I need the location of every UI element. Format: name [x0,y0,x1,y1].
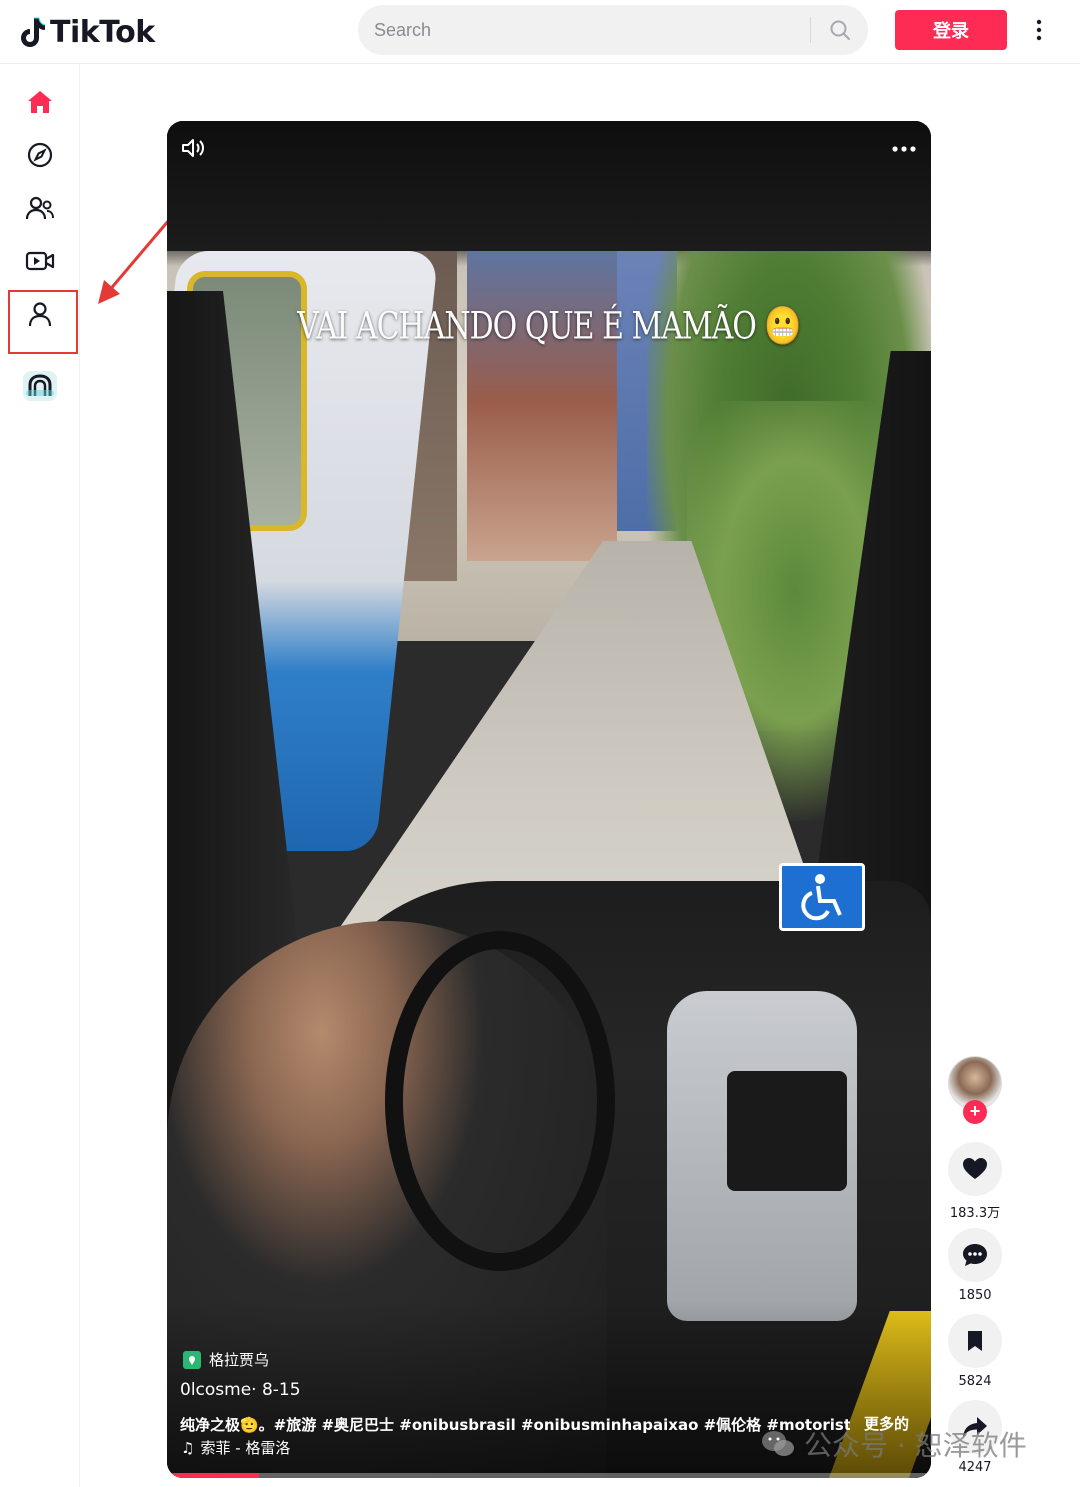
scene-panel-screen [727,1071,847,1191]
wechat-watermark: 公众号 · 恕泽软件 [760,1424,1027,1464]
music-title: 索菲 - 格雷洛 [200,1439,291,1457]
sidebar-item-home[interactable] [14,78,66,126]
like-button[interactable] [948,1142,1002,1196]
music-info[interactable]: ♫ 索菲 - 格雷洛 [181,1437,290,1458]
comment-count: 1850 [958,1288,992,1303]
search-bar [358,5,868,55]
scene-building [467,241,617,561]
location-name: 格拉贾乌 [209,1351,270,1369]
live-icon [25,251,55,271]
sidebar-item-more-app[interactable] [14,362,66,410]
search-button[interactable] [818,9,862,51]
heart-icon [963,1158,987,1179]
video-progress-bar[interactable] [167,1473,931,1478]
sidebar-item-explore[interactable] [14,131,66,179]
watermark-text: 公众号 · 恕泽软件 [804,1429,1027,1462]
scene-roof [167,121,931,251]
scene-steering-wheel [385,931,615,1271]
sidebar-item-live[interactable] [14,237,66,285]
video-more-button[interactable] [889,139,919,159]
search-divider [810,17,811,43]
login-button[interactable]: 登录 [895,10,1007,50]
home-icon [28,91,52,113]
comment-icon [963,1244,987,1266]
left-sidebar [0,64,80,1487]
video-player[interactable]: VAI ACHANDO QUE É MAMÃO 😬 格拉贾乌 0lcosme· … [167,121,931,1478]
more-menu-button[interactable] [1026,14,1052,46]
tiktok-note-icon [21,17,46,47]
video-progress-fill [167,1473,259,1478]
vertical-dots-icon [1036,19,1042,41]
more-app-icon [23,371,57,401]
logo-text: TikTok [50,14,155,50]
follow-plus-button[interactable]: + [963,1100,987,1124]
bookmark-icon [968,1331,982,1351]
following-icon [25,196,54,220]
video-caption-overlay: VAI ACHANDO QUE É MAMÃO 😬 [297,304,802,349]
tiktok-page: TikTok 登录 [0,0,1080,1487]
search-icon [830,20,850,40]
wechat-icon [762,1431,794,1456]
save-count: 5824 [958,1374,992,1389]
tiktok-logo[interactable]: TikTok [18,12,155,52]
comment-button[interactable] [948,1228,1002,1282]
author-info[interactable]: 0lcosme· 8-15 [180,1380,301,1400]
location-tag[interactable]: 格拉贾乌 [183,1349,269,1370]
like-count: 183.3万 [949,1206,1001,1221]
video-description: 纯净之极🫡。#旅游 #奥尼巴士 #onibusbrasil #onibusmin… [180,1416,850,1434]
horizontal-dots-icon [892,146,916,152]
speaker-icon [182,139,204,157]
save-button[interactable] [948,1314,1002,1368]
top-header: TikTok 登录 [0,0,1080,64]
explore-icon [27,142,53,168]
annotation-highlight-box [8,290,78,354]
location-pin-icon [183,1350,201,1369]
music-note-icon: ♫ [181,1438,195,1457]
search-input[interactable] [374,5,804,55]
sidebar-item-following[interactable] [14,184,66,232]
sound-toggle-button[interactable] [179,135,209,161]
accessibility-sign-icon [779,863,865,931]
